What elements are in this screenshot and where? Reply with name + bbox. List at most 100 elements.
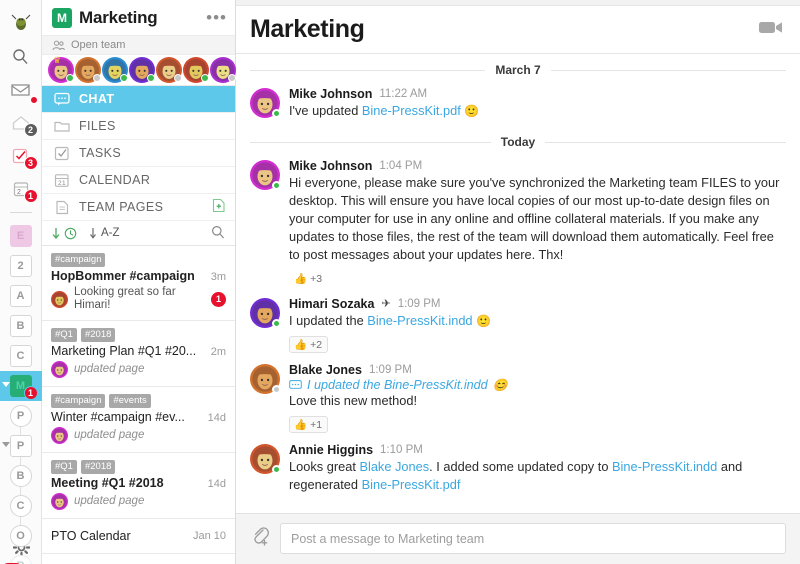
- rail-team-e[interactable]: E: [0, 221, 42, 251]
- bug-logo-icon[interactable]: [3, 6, 39, 40]
- list-item[interactable]: #Q1 #2018 Meeting #Q1 #2018 14d updated p…: [42, 453, 235, 519]
- avatar[interactable]: [250, 88, 281, 118]
- rail-team-b2[interactable]: B: [0, 461, 42, 491]
- rail-team-r[interactable]: R 2 ⬇: [0, 551, 42, 564]
- sidebar-header: M Marketing •••: [42, 0, 235, 35]
- home-badge: 2: [23, 123, 38, 137]
- thread-tags: #Q1 #2018: [51, 328, 226, 342]
- rail-team-c2[interactable]: C: [0, 491, 42, 521]
- search-icon[interactable]: [3, 40, 39, 73]
- message-author[interactable]: Mike Johnson: [289, 159, 372, 174]
- rail-team-2[interactable]: 2: [0, 251, 42, 281]
- message-author[interactable]: Mike Johnson: [289, 87, 372, 102]
- rail-team-chip: 2: [9, 255, 32, 277]
- page-title: Marketing: [250, 15, 365, 43]
- thread-title-row: Meeting #Q1 #2018 14d: [51, 476, 226, 490]
- sidebar-item-calendar[interactable]: 21 CALENDAR: [42, 167, 235, 194]
- avatar[interactable]: [250, 364, 281, 394]
- message-input[interactable]: [291, 531, 775, 546]
- add-page-icon[interactable]: [212, 198, 226, 216]
- avatar[interactable]: ♛: [48, 55, 74, 83]
- avatar[interactable]: [210, 57, 236, 83]
- rail-team-p1[interactable]: P: [0, 401, 42, 431]
- file-link[interactable]: Bine-PressKit.pdf: [362, 477, 461, 492]
- unread-count-badge: 1: [211, 291, 226, 307]
- rail-team-b[interactable]: B: [0, 311, 42, 341]
- reaction-chip[interactable]: 👍 +1: [289, 416, 329, 433]
- team-options-button[interactable]: •••: [206, 9, 227, 26]
- message-list[interactable]: March 7 Mike Johnson 11:22 AM I've updat…: [236, 54, 800, 513]
- avatar[interactable]: [75, 57, 101, 83]
- emoji: 😊: [492, 378, 508, 392]
- message-time: 11:22 AM: [379, 88, 428, 100]
- file-link[interactable]: Bine-PressKit.indd: [367, 313, 472, 328]
- thread-title: Marketing Plan #Q1 #20...: [51, 344, 197, 358]
- avatar[interactable]: [102, 57, 128, 83]
- tasks-badge: 3: [23, 156, 38, 170]
- thread-time: 3m: [210, 271, 226, 283]
- inbox-icon[interactable]: [3, 73, 39, 106]
- thread-tag[interactable]: #Q1: [51, 328, 77, 342]
- sidebar-item-tasks[interactable]: TASKS: [42, 140, 235, 167]
- avatar[interactable]: [129, 57, 155, 83]
- avatar[interactable]: [183, 57, 209, 83]
- message-author[interactable]: Himari Sozaka: [289, 297, 374, 312]
- sidebar-item-team-pages[interactable]: TEAM PAGES: [42, 194, 235, 221]
- sort-by-time-icon[interactable]: [52, 227, 77, 240]
- thread-tag[interactable]: #2018: [80, 328, 116, 342]
- search-icon[interactable]: [211, 225, 225, 242]
- file-link[interactable]: Bine-PressKit.pdf: [362, 103, 461, 118]
- list-item[interactable]: #campaign HopBommer #campaign 3m Looking…: [42, 246, 235, 321]
- document-icon: [54, 199, 70, 215]
- avatar[interactable]: [250, 444, 281, 474]
- thread-tag[interactable]: #Q1: [51, 460, 77, 474]
- tasks-check-icon[interactable]: 3: [3, 139, 39, 172]
- message-author[interactable]: Annie Higgins: [289, 443, 373, 458]
- thread-preview-row: updated page: [51, 493, 226, 510]
- quoted-message[interactable]: I updated the Bine-PressKit.indd 😊: [289, 378, 784, 392]
- message-text: I updated the Bine-PressKit.indd 🙂: [289, 313, 492, 328]
- thread-preview-text: updated page: [74, 495, 145, 507]
- avatar: [51, 290, 68, 308]
- reaction-count: +2: [310, 338, 323, 351]
- reaction-chip[interactable]: 👍 +3: [289, 270, 328, 287]
- message-body: Mike Johnson 1:04 PM Hi everyone, please…: [289, 159, 784, 287]
- avatar[interactable]: [250, 298, 281, 328]
- sidebar-item-chat[interactable]: CHAT: [42, 86, 235, 113]
- thread-tag[interactable]: #campaign: [51, 394, 106, 408]
- presence-dot: [272, 465, 281, 474]
- sort-alphabetical-button[interactable]: A-Z: [89, 227, 120, 240]
- list-item[interactable]: PTO Calendar Jan 10: [42, 519, 235, 554]
- message-input-wrapper[interactable]: [280, 523, 786, 554]
- list-item[interactable]: #Q1 #2018 Marketing Plan #Q1 #20... 2m up…: [42, 321, 235, 387]
- thread-tag[interactable]: #campaign: [51, 253, 106, 267]
- presence-dot: [272, 319, 281, 328]
- rail-team-o[interactable]: O: [0, 521, 42, 551]
- sidebar-item-files[interactable]: FILES: [42, 113, 235, 140]
- avatar[interactable]: [250, 160, 281, 190]
- file-link[interactable]: Bine-PressKit.indd: [612, 459, 717, 474]
- message-author[interactable]: Blake Jones: [289, 363, 362, 378]
- open-team-row[interactable]: Open team: [42, 35, 235, 55]
- thread-tag[interactable]: #events: [109, 394, 151, 408]
- paperclip-add-icon[interactable]: [250, 525, 270, 552]
- thread-title: Winter #campaign #ev...: [51, 410, 185, 424]
- list-item[interactable]: #campaign #events Winter #campaign #ev...…: [42, 387, 235, 453]
- thread-tag[interactable]: #2018: [80, 460, 116, 474]
- thread-list: #campaign HopBommer #campaign 3m Looking…: [42, 246, 235, 564]
- rail-team-p2[interactable]: P: [0, 431, 42, 461]
- rail-team-c[interactable]: C: [0, 341, 42, 371]
- rail-team-chip: A: [9, 285, 32, 307]
- reaction-chip[interactable]: 👍 +2: [289, 336, 329, 353]
- avatar[interactable]: [156, 57, 182, 83]
- home-icon[interactable]: 2: [3, 106, 39, 139]
- composer-bar: [236, 513, 800, 564]
- chevron-down-icon: [1, 382, 10, 387]
- rail-team-marketing[interactable]: M 1: [0, 371, 42, 401]
- open-team-label: Open team: [71, 39, 126, 51]
- user-mention[interactable]: Blake Jones: [359, 459, 429, 474]
- video-camera-icon[interactable]: [758, 19, 784, 40]
- calendar-icon[interactable]: 2 1: [3, 172, 39, 205]
- rail-team-a[interactable]: A: [0, 281, 42, 311]
- thread-preview-row: updated page: [51, 427, 226, 444]
